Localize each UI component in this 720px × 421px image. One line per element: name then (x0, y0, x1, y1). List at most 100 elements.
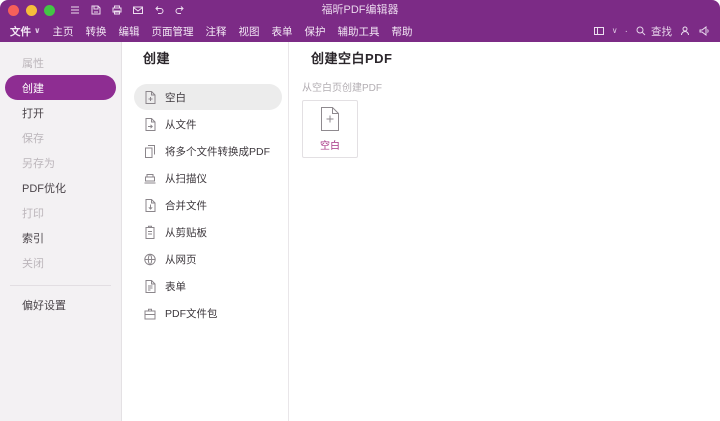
menubar: 文件 ∨ 主页 转换 编辑 页面管理 注释 视图 表单 保护 辅助工具 帮助 ∨… (0, 20, 720, 42)
email-icon[interactable] (132, 4, 144, 16)
menu-home[interactable]: 主页 (47, 20, 80, 42)
save-icon[interactable] (90, 4, 102, 16)
sidebar-item-index-label: 索引 (22, 232, 44, 245)
find-search[interactable]: 查找 (635, 24, 672, 39)
create-item-pdf-portfolio-label: PDF文件包 (165, 307, 218, 320)
sidebar-item-open-label: 打开 (22, 107, 44, 120)
create-item-form-label: 表单 (165, 280, 186, 293)
panel-switch-icon[interactable] (593, 25, 605, 37)
new-blank-document-icon (319, 106, 341, 132)
menu-home-label: 主页 (52, 25, 74, 38)
sidebar-item-pdf-optimize[interactable]: PDF优化 (5, 175, 116, 200)
undo-icon[interactable] (153, 4, 165, 16)
sidebar-item-create[interactable]: 创建 (5, 75, 116, 100)
menu-edit[interactable]: 编辑 (113, 20, 146, 42)
create-item-from-file-label: 从文件 (165, 118, 197, 131)
menu-accessibility[interactable]: 辅助工具 (332, 20, 386, 42)
form-icon (143, 279, 157, 294)
sidebar-item-index[interactable]: 索引 (5, 225, 116, 250)
menu-help-label: 帮助 (391, 25, 413, 38)
menu-edit-label: 编辑 (118, 25, 140, 38)
separator-dot: · (624, 25, 628, 37)
create-options-panel: 创建 空白 从文件 将多个文件转换成PDF 从扫描仪 合并文件 从剪贴板 从网页… (122, 42, 289, 421)
menu-view-label: 视图 (238, 25, 260, 38)
sidebar-item-print: 打印 (5, 200, 116, 225)
create-item-from-multiple-files[interactable]: 将多个文件转换成PDF (134, 138, 282, 164)
sidebar-item-preferences[interactable]: 偏好设置 (5, 292, 116, 317)
from-file-icon (143, 117, 157, 132)
sidebar-item-properties: 属性 (5, 50, 116, 75)
blank-pdf-card[interactable]: 空白 (302, 100, 358, 158)
menu-page-manage-label: 页面管理 (151, 25, 194, 38)
menubar-right-tools: ∨ · 查找 (593, 24, 720, 39)
menu-icon[interactable] (69, 4, 81, 16)
megaphone-icon[interactable] (698, 25, 710, 37)
pdf-portfolio-icon (143, 306, 157, 321)
create-item-from-clipboard[interactable]: 从剪贴板 (134, 219, 282, 245)
sidebar-divider (10, 285, 111, 286)
menu-page-manage[interactable]: 页面管理 (146, 20, 200, 42)
file-backstage: 属性 创建 打开 保存 另存为 PDF优化 打印 索引 关闭 偏好设置 创建 空… (0, 42, 720, 421)
menu-convert-label: 转换 (85, 25, 107, 38)
quick-access-toolbar (69, 4, 186, 16)
sidebar-item-close-label: 关闭 (22, 257, 44, 270)
menu-protect[interactable]: 保护 (299, 20, 332, 42)
menu-convert[interactable]: 转换 (80, 20, 113, 42)
create-options-list: 空白 从文件 将多个文件转换成PDF 从扫描仪 合并文件 从剪贴板 从网页 表单… (134, 84, 282, 326)
backstage-sidebar: 属性 创建 打开 保存 另存为 PDF优化 打印 索引 关闭 偏好设置 (0, 42, 122, 421)
sidebar-item-close: 关闭 (5, 250, 116, 275)
sidebar-item-create-label: 创建 (22, 82, 44, 95)
chevron-down-icon[interactable]: ∨ (612, 27, 618, 35)
menu-form-label: 表单 (271, 25, 293, 38)
sidebar-item-save-as: 另存为 (5, 150, 116, 175)
menu-comment[interactable]: 注释 (200, 20, 233, 42)
create-item-combine-files[interactable]: 合并文件 (134, 192, 282, 218)
menu-accessibility-label: 辅助工具 (337, 25, 380, 38)
menu-form[interactable]: 表单 (266, 20, 299, 42)
find-label: 查找 (651, 25, 672, 38)
combine-files-icon (143, 198, 157, 213)
search-icon (635, 25, 647, 37)
minimize-window-button[interactable] (26, 4, 37, 16)
menu-file[interactable]: 文件 ∨ (4, 20, 47, 42)
sidebar-item-print-label: 打印 (22, 207, 44, 220)
create-item-from-web[interactable]: 从网页 (134, 246, 282, 272)
menu-help[interactable]: 帮助 (386, 20, 419, 42)
sidebar-item-open[interactable]: 打开 (5, 100, 116, 125)
create-item-from-web-label: 从网页 (165, 253, 197, 266)
create-item-from-scanner[interactable]: 从扫描仪 (134, 165, 282, 191)
create-item-combine-files-label: 合并文件 (165, 199, 207, 212)
web-page-icon (143, 252, 157, 267)
sidebar-item-save: 保存 (5, 125, 116, 150)
window-controls (8, 4, 55, 16)
sidebar-item-save-as-label: 另存为 (22, 157, 55, 170)
create-item-pdf-portfolio[interactable]: PDF文件包 (134, 300, 282, 326)
titlebar: 福昕PDF编辑器 (0, 0, 720, 20)
sidebar-item-preferences-label: 偏好设置 (22, 299, 66, 312)
create-item-from-scanner-label: 从扫描仪 (165, 172, 207, 185)
menu-protect-label: 保护 (304, 25, 326, 38)
create-item-form[interactable]: 表单 (134, 273, 282, 299)
create-item-from-file[interactable]: 从文件 (134, 111, 282, 137)
create-panel-title: 创建 (143, 51, 171, 66)
blank-pdf-card-label: 空白 (320, 141, 340, 152)
detail-panel-subtitle: 从空白页创建PDF (302, 83, 382, 94)
detail-panel-title: 创建空白PDF (311, 51, 393, 66)
redo-icon[interactable] (174, 4, 186, 16)
multiple-files-icon (143, 144, 157, 159)
create-item-blank-label: 空白 (165, 91, 186, 104)
window-title: 福昕PDF编辑器 (321, 4, 399, 16)
sidebar-item-save-label: 保存 (22, 132, 44, 145)
menu-view[interactable]: 视图 (233, 20, 266, 42)
zoom-window-button[interactable] (44, 4, 55, 16)
create-item-blank[interactable]: 空白 (134, 84, 282, 110)
create-blank-detail-panel: 创建空白PDF 从空白页创建PDF 空白 (289, 42, 720, 421)
menu-file-label: 文件 (10, 25, 31, 38)
create-item-from-multiple-files-label: 将多个文件转换成PDF (165, 145, 270, 158)
print-icon[interactable] (111, 4, 123, 16)
close-window-button[interactable] (8, 4, 19, 16)
clipboard-icon (143, 225, 157, 240)
account-icon[interactable] (679, 25, 691, 37)
blank-document-icon (143, 90, 157, 105)
sidebar-item-pdf-optimize-label: PDF优化 (22, 182, 66, 195)
